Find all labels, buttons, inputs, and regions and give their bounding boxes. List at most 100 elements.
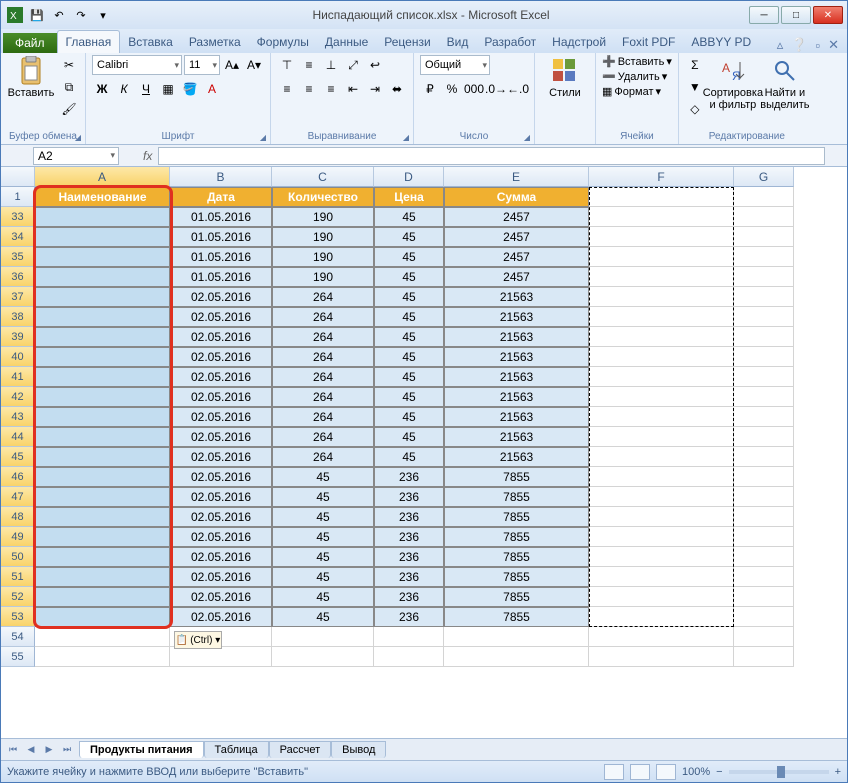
cell[interactable] [589, 247, 734, 267]
cell[interactable]: 45 [374, 327, 444, 347]
cell-selected[interactable] [35, 407, 170, 427]
sheet-tab[interactable]: Продукты питания [79, 741, 204, 758]
insert-cells-button[interactable]: ➕Вставить ▾ [602, 55, 672, 68]
cell[interactable]: 02.05.2016 [170, 527, 272, 547]
tab-view[interactable]: Вид [439, 31, 477, 53]
cell[interactable] [589, 347, 734, 367]
cell[interactable] [589, 567, 734, 587]
cell[interactable]: 02.05.2016 [170, 587, 272, 607]
save-button[interactable]: 💾 [27, 5, 47, 25]
cell-selected[interactable] [35, 387, 170, 407]
cell[interactable]: 236 [374, 487, 444, 507]
cell[interactable] [589, 587, 734, 607]
cell[interactable]: 02.05.2016 [170, 547, 272, 567]
cell[interactable]: 02.05.2016 [170, 347, 272, 367]
cell[interactable]: 45 [374, 207, 444, 227]
row-header[interactable]: 51 [1, 567, 35, 587]
row-header[interactable]: 43 [1, 407, 35, 427]
row-header[interactable]: 42 [1, 387, 35, 407]
find-select-button[interactable]: Найти и выделить [761, 55, 809, 111]
cell[interactable]: 264 [272, 427, 374, 447]
cell[interactable] [589, 187, 734, 207]
row-header[interactable]: 39 [1, 327, 35, 347]
sheet-tab[interactable]: Таблица [204, 741, 269, 758]
cell[interactable]: 45 [272, 467, 374, 487]
font-size-combo[interactable]: 11 [184, 55, 220, 75]
cell[interactable]: 236 [374, 567, 444, 587]
cell[interactable]: 190 [272, 247, 374, 267]
cell-selected[interactable] [35, 207, 170, 227]
align-bottom-button[interactable]: ⊥ [321, 55, 341, 75]
cell[interactable] [35, 627, 170, 647]
excel-icon[interactable]: X [5, 5, 25, 25]
cell[interactable]: 01.05.2016 [170, 227, 272, 247]
cell[interactable]: 236 [374, 547, 444, 567]
cell[interactable]: 02.05.2016 [170, 407, 272, 427]
column-header[interactable]: B [170, 167, 272, 187]
cell-selected[interactable] [35, 287, 170, 307]
zoom-level[interactable]: 100% [682, 766, 710, 778]
cell[interactable] [734, 567, 794, 587]
copy-button[interactable]: ⧉ [59, 77, 79, 97]
cell[interactable]: 7855 [444, 607, 589, 627]
tab-insert[interactable]: Вставка [120, 31, 181, 53]
cell[interactable] [734, 387, 794, 407]
cell[interactable] [589, 647, 734, 667]
cell[interactable]: 02.05.2016 [170, 507, 272, 527]
worksheet-grid[interactable]: ABCDEFG1НаименованиеДатаКоличествоЦенаСу… [1, 167, 847, 738]
cell[interactable]: 264 [272, 307, 374, 327]
column-header[interactable]: G [734, 167, 794, 187]
cell[interactable] [589, 367, 734, 387]
cell[interactable]: 45 [272, 567, 374, 587]
align-left-button[interactable]: ≡ [277, 79, 297, 99]
cell-selected[interactable] [35, 487, 170, 507]
cell-selected[interactable] [35, 447, 170, 467]
cell[interactable] [734, 447, 794, 467]
cell[interactable] [589, 327, 734, 347]
bold-button[interactable]: Ж [92, 79, 112, 99]
cell-selected[interactable] [35, 547, 170, 567]
decrease-indent-button[interactable]: ⇤ [343, 79, 363, 99]
cell[interactable]: 21563 [444, 327, 589, 347]
cell[interactable]: 236 [374, 527, 444, 547]
cell-selected[interactable] [35, 247, 170, 267]
cell[interactable]: 7855 [444, 547, 589, 567]
cell[interactable] [589, 447, 734, 467]
align-middle-button[interactable]: ≡ [299, 55, 319, 75]
undo-button[interactable]: ↶ [49, 5, 69, 25]
paste-options-button[interactable]: 📋 (Ctrl) ▾ [174, 631, 222, 649]
row-header[interactable]: 35 [1, 247, 35, 267]
cut-button[interactable]: ✂ [59, 55, 79, 75]
row-header[interactable]: 53 [1, 607, 35, 627]
dialog-launcher-icon[interactable]: ◢ [403, 133, 409, 142]
cell[interactable]: 01.05.2016 [170, 247, 272, 267]
cell[interactable] [734, 427, 794, 447]
cell[interactable]: 190 [272, 227, 374, 247]
cell[interactable]: 7855 [444, 467, 589, 487]
format-painter-button[interactable]: 🖌 [59, 99, 79, 119]
cell[interactable]: 02.05.2016 [170, 447, 272, 467]
cell[interactable]: 7855 [444, 507, 589, 527]
cell[interactable]: 236 [374, 587, 444, 607]
tab-home[interactable]: Главная [57, 30, 121, 53]
cell[interactable] [734, 607, 794, 627]
number-format-combo[interactable]: Общий [420, 55, 490, 75]
sheet-nav-prev[interactable]: ◀ [23, 742, 39, 758]
format-cells-button[interactable]: ▦Формат ▾ [602, 85, 661, 98]
column-header[interactable]: F [589, 167, 734, 187]
maximize-button[interactable]: □ [781, 6, 811, 24]
tab-review[interactable]: Рецензи [376, 31, 438, 53]
redo-button[interactable]: ↷ [71, 5, 91, 25]
cell[interactable]: 45 [374, 367, 444, 387]
cell[interactable]: 45 [374, 427, 444, 447]
tab-data[interactable]: Данные [317, 31, 376, 53]
row-header[interactable]: 48 [1, 507, 35, 527]
cell[interactable] [272, 647, 374, 667]
cell[interactable] [589, 227, 734, 247]
cell[interactable]: 02.05.2016 [170, 427, 272, 447]
row-header[interactable]: 54 [1, 627, 35, 647]
zoom-in-button[interactable]: + [835, 766, 841, 778]
row-header[interactable]: 45 [1, 447, 35, 467]
tab-addins[interactable]: Надстрой [544, 31, 614, 53]
cell[interactable]: 45 [272, 487, 374, 507]
